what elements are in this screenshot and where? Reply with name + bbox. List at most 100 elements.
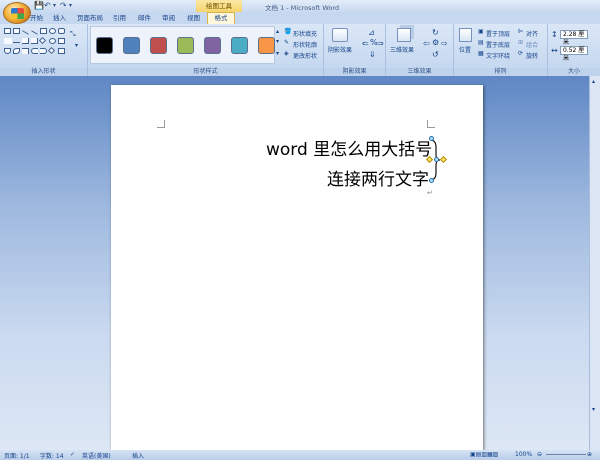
shape-curve-icon[interactable] — [4, 48, 11, 54]
3d-effects-button[interactable]: 三维效果 — [390, 26, 420, 58]
scroll-up-icon[interactable]: ▴ — [592, 78, 595, 85]
style-swatch[interactable] — [150, 37, 167, 54]
shape-outline-button[interactable]: ✎ 形状轮廓 — [284, 39, 324, 49]
edit-shape-icon[interactable]: ⤡ — [70, 30, 76, 39]
height-input[interactable]: 2.28 厘米 — [560, 30, 588, 46]
style-swatch[interactable] — [231, 37, 248, 54]
tab-view[interactable]: 视图 — [187, 13, 200, 24]
shape-connector-icon[interactable] — [13, 42, 20, 43]
tab-format[interactable]: 格式 — [207, 12, 235, 24]
view-buttons-icon[interactable]: ▣▤▥▦▧ — [470, 451, 498, 458]
style-swatch[interactable] — [177, 37, 194, 54]
status-words[interactable]: 字数: 14 — [40, 451, 64, 460]
shape-callout-icon[interactable] — [22, 48, 29, 54]
document-text-line-1[interactable]: word 里怎么用大括号 — [266, 135, 432, 160]
bring-to-front-button[interactable]: ▣ 置于顶层 — [478, 28, 516, 38]
text-wrap-button[interactable]: ▦ 文字环绕 — [478, 50, 516, 60]
office-button[interactable] — [3, 2, 31, 24]
align-button[interactable]: ⊫ 对齐 — [518, 28, 546, 38]
shadow-icon — [332, 28, 348, 42]
shapes-gallery-more-icon[interactable]: ▾ — [75, 42, 78, 49]
shape-left-bracket-icon[interactable] — [31, 48, 38, 54]
save-icon[interactable]: 💾 — [34, 1, 44, 10]
document-text-line-2[interactable]: 连接两行文字 — [327, 165, 429, 190]
group-button[interactable]: ⊞ 组合 — [518, 39, 546, 49]
qat-customize-icon[interactable]: ▾ — [69, 2, 72, 9]
shadow-up-icon[interactable]: ⊿ — [368, 28, 375, 37]
zoom-slider[interactable] — [546, 454, 586, 455]
tilt-down-icon[interactable]: ↺ — [432, 50, 439, 59]
shape-arrow-icon[interactable] — [31, 30, 38, 35]
shape-more-icon[interactable] — [58, 48, 65, 54]
paint-bucket-icon: 🪣 — [284, 28, 292, 35]
pen-icon: ✎ — [284, 39, 290, 46]
gallery-scroll-up-icon[interactable]: ▴ — [276, 28, 279, 35]
style-swatch[interactable] — [204, 37, 221, 54]
shadow-left-icon[interactable]: ⇐ — [362, 39, 369, 48]
shape-line-icon[interactable] — [22, 30, 29, 35]
shape-textbox-icon[interactable] — [4, 28, 11, 34]
tilt-left-icon[interactable]: ⇦ — [423, 39, 430, 48]
shape-fill-button[interactable]: 🪣 形状填充 — [284, 28, 324, 38]
position-button[interactable]: 位置 — [457, 26, 475, 58]
shapes-gallery[interactable] — [4, 28, 66, 60]
proofing-icon[interactable]: ✓ — [70, 451, 75, 458]
undo-icon[interactable]: ↶ — [44, 1, 51, 10]
align-icon: ⊫ — [518, 28, 524, 35]
shape-circle-icon[interactable] — [49, 38, 56, 44]
gallery-expand-icon[interactable]: ▾ — [276, 50, 279, 57]
shape-pentagon-icon[interactable] — [58, 38, 65, 44]
document-page[interactable]: word 里怎么用大括号 连接两行文字 ↵ — [111, 85, 483, 450]
shape-right-brace-icon[interactable] — [40, 48, 47, 54]
vertical-scrollbar[interactable]: ▴ ▾ — [589, 76, 600, 450]
status-page[interactable]: 页面: 1/1 — [4, 451, 30, 460]
shape-elbow-icon[interactable] — [22, 38, 29, 44]
tilt-right-icon[interactable]: ⇨ — [441, 39, 448, 48]
tab-references[interactable]: 引用 — [113, 13, 126, 24]
selection-handle[interactable] — [429, 136, 434, 141]
shape-textbox-vertical-icon[interactable] — [13, 28, 20, 34]
shape-triangle-icon[interactable] — [4, 38, 12, 44]
shape-arc-icon[interactable] — [13, 48, 20, 54]
status-bar: 页面: 1/1 字数: 14 ✓ 英语(美国) 插入 ▣▤▥▦▧ 100% ⊖ … — [0, 450, 600, 460]
style-swatch[interactable] — [96, 37, 113, 54]
shape-rounded-rect-icon[interactable] — [58, 28, 65, 34]
tab-insert[interactable]: 插入 — [53, 13, 66, 24]
send-to-back-button[interactable]: ▤ 置于底层 — [478, 39, 516, 49]
selection-handle[interactable] — [434, 157, 439, 162]
style-swatch-gallery[interactable] — [90, 26, 275, 64]
width-input[interactable]: 0.52 厘米 — [560, 46, 588, 62]
undo-dropdown-icon[interactable]: ▾ — [53, 2, 56, 9]
zoom-in-icon[interactable]: ⊕ — [587, 451, 592, 458]
bring-front-label: 置于顶层 — [486, 31, 511, 38]
shape-elbow2-icon[interactable] — [31, 38, 38, 44]
tab-page-layout[interactable]: 页面布局 — [77, 13, 103, 24]
status-zoom[interactable]: 100% — [515, 451, 532, 458]
3d-toggle-icon[interactable]: ⚙ — [432, 38, 439, 47]
change-shape-label: 更改形状 — [293, 53, 318, 60]
shape-star-icon[interactable] — [47, 46, 56, 55]
tab-review[interactable]: 审阅 — [162, 13, 175, 24]
shadow-effects-button[interactable]: 阴影效果 — [328, 26, 356, 58]
shadow-right-icon[interactable]: ⇒ — [377, 39, 384, 48]
shape-diamond-icon[interactable] — [38, 36, 47, 45]
shape-rectangle-icon[interactable] — [40, 28, 47, 34]
rotate-button[interactable]: ⟳ 旋转 — [518, 50, 546, 60]
zoom-out-icon[interactable]: ⊖ — [537, 451, 542, 458]
status-insert-mode[interactable]: 插入 — [132, 451, 144, 460]
gallery-scroll-down-icon[interactable]: ▾ — [276, 38, 279, 45]
status-language[interactable]: 英语(美国) — [82, 451, 111, 460]
tab-home[interactable]: 开始 — [30, 13, 43, 24]
style-swatch[interactable] — [258, 37, 275, 54]
style-swatch[interactable] — [123, 37, 140, 54]
tab-mailings[interactable]: 邮件 — [138, 13, 151, 24]
group-label-arrange: 排列 — [454, 68, 547, 76]
shadow-down-icon[interactable]: ⇓ — [369, 50, 376, 59]
tilt-up-icon[interactable]: ↻ — [432, 28, 439, 37]
redo-icon[interactable]: ↷ — [60, 1, 67, 10]
scroll-down-icon[interactable]: ▾ — [592, 406, 595, 413]
change-shape-button[interactable]: ◈ 更改形状 — [284, 50, 324, 60]
shape-oval-icon[interactable] — [49, 28, 56, 34]
selection-handle[interactable] — [429, 178, 434, 183]
shape-outline-label: 形状轮廓 — [293, 42, 318, 49]
